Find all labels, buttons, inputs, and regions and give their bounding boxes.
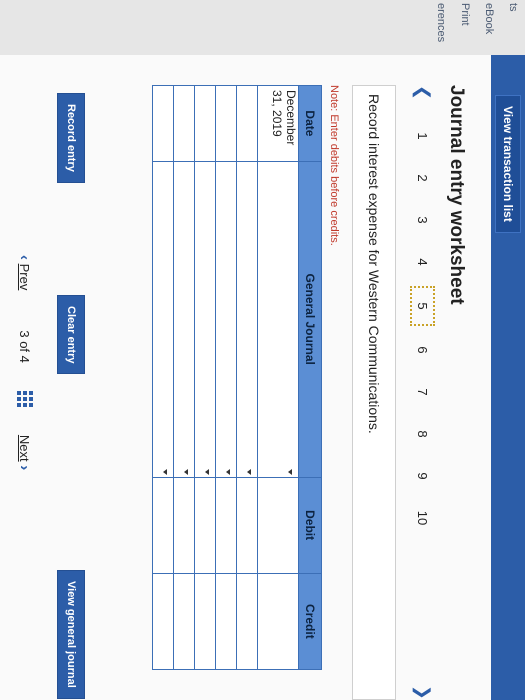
chevron-down-icon[interactable]: [163, 468, 167, 475]
credit-cell[interactable]: [194, 573, 216, 670]
page-2[interactable]: 2: [415, 157, 430, 199]
view-general-journal-button[interactable]: View general journal: [57, 570, 85, 699]
col-debit: Debit: [298, 477, 322, 574]
sidebar-item-references[interactable]: erences: [429, 0, 453, 55]
chevron-down-icon[interactable]: [288, 468, 292, 475]
date-cell: [215, 85, 237, 162]
table-row: [215, 85, 237, 670]
credit-cell[interactable]: [215, 573, 237, 670]
note-text: Note: Enter debits before credits.: [328, 85, 340, 246]
page-1[interactable]: 1: [415, 115, 430, 157]
grid-icon[interactable]: [17, 390, 33, 407]
account-cell[interactable]: [152, 161, 174, 478]
table-row: [173, 85, 195, 670]
date-cell: [236, 85, 258, 162]
journal-table: Date General Journal Debit Credit Decemb…: [152, 85, 322, 670]
chevron-left-icon[interactable]: ❮: [412, 85, 433, 115]
date-value: December 31, 2019: [270, 90, 298, 146]
next-link[interactable]: Next: [18, 435, 33, 462]
account-cell[interactable]: [194, 161, 216, 478]
chevron-down-icon[interactable]: [184, 468, 188, 475]
table-row: [236, 85, 258, 670]
chevron-right-icon[interactable]: ›: [17, 465, 34, 470]
chevron-down-icon[interactable]: [205, 468, 209, 475]
col-credit: Credit: [298, 573, 322, 670]
footer-nav: ‹ Prev 3 of 4 Next ›: [13, 255, 37, 675]
topbar: View transaction list: [491, 55, 525, 700]
page-10[interactable]: 10: [415, 497, 430, 539]
page-4[interactable]: 4: [415, 241, 430, 283]
col-date: Date: [298, 85, 322, 162]
date-cell: December 31, 2019: [257, 85, 299, 162]
table-row: December 31, 2019: [257, 85, 299, 670]
sidebar-item-ts[interactable]: ts: [501, 0, 525, 55]
sidebar: ts eBook Print erences: [0, 0, 525, 56]
debit-cell[interactable]: [194, 477, 216, 574]
debit-cell[interactable]: [257, 477, 299, 574]
account-cell[interactable]: [215, 161, 237, 478]
account-cell[interactable]: [173, 161, 195, 478]
prev-link[interactable]: Prev: [18, 264, 33, 291]
table-row: [194, 85, 216, 670]
sidebar-item-print[interactable]: Print: [453, 0, 477, 55]
action-bar: Record entry Clear entry View general jo…: [55, 85, 85, 700]
chevron-left-icon[interactable]: ‹: [17, 255, 34, 260]
debit-cell[interactable]: [236, 477, 258, 574]
credit-cell[interactable]: [257, 573, 299, 670]
debit-cell[interactable]: [152, 477, 174, 574]
page-status: 3 of 4: [17, 330, 33, 363]
sidebar-item-ebook[interactable]: eBook: [477, 0, 501, 55]
page-5-active[interactable]: 5: [410, 286, 435, 326]
view-transaction-list-button[interactable]: View transaction list: [495, 95, 521, 233]
credit-cell[interactable]: [173, 573, 195, 670]
page-7[interactable]: 7: [415, 371, 430, 413]
account-cell[interactable]: [236, 161, 258, 478]
record-entry-button[interactable]: Record entry: [57, 93, 85, 183]
page-6[interactable]: 6: [415, 329, 430, 371]
credit-cell[interactable]: [236, 573, 258, 670]
entry-pager: ❮ 1 2 3 4 5 6 7 8 9 10 ❯: [410, 85, 435, 700]
main-content: View transaction list Journal entry work…: [0, 55, 525, 700]
page-8[interactable]: 8: [415, 413, 430, 455]
chevron-right-icon[interactable]: ❯: [412, 670, 433, 700]
chevron-down-icon[interactable]: [226, 468, 230, 475]
table-row: [152, 85, 174, 670]
screen: ts eBook Print erences View transaction …: [0, 0, 525, 700]
journal-worksheet: Journal entry worksheet ❮ 1 2 3 4 5 6 7 …: [152, 85, 467, 700]
worksheet-title: Journal entry worksheet: [446, 85, 467, 305]
col-general-journal: General Journal: [298, 161, 322, 478]
account-cell[interactable]: [257, 161, 299, 478]
page-3[interactable]: 3: [415, 199, 430, 241]
debit-cell[interactable]: [173, 477, 195, 574]
instruction-text: Record interest expense for Western Comm…: [366, 94, 382, 434]
date-cell: [152, 85, 174, 162]
credit-cell[interactable]: [152, 573, 174, 670]
instruction-box: Record interest expense for Western Comm…: [352, 85, 396, 700]
date-cell: [173, 85, 195, 162]
chevron-down-icon[interactable]: [247, 468, 251, 475]
date-cell: [194, 85, 216, 162]
debit-cell[interactable]: [215, 477, 237, 574]
clear-entry-button[interactable]: Clear entry: [57, 295, 85, 375]
page-9[interactable]: 9: [415, 455, 430, 497]
